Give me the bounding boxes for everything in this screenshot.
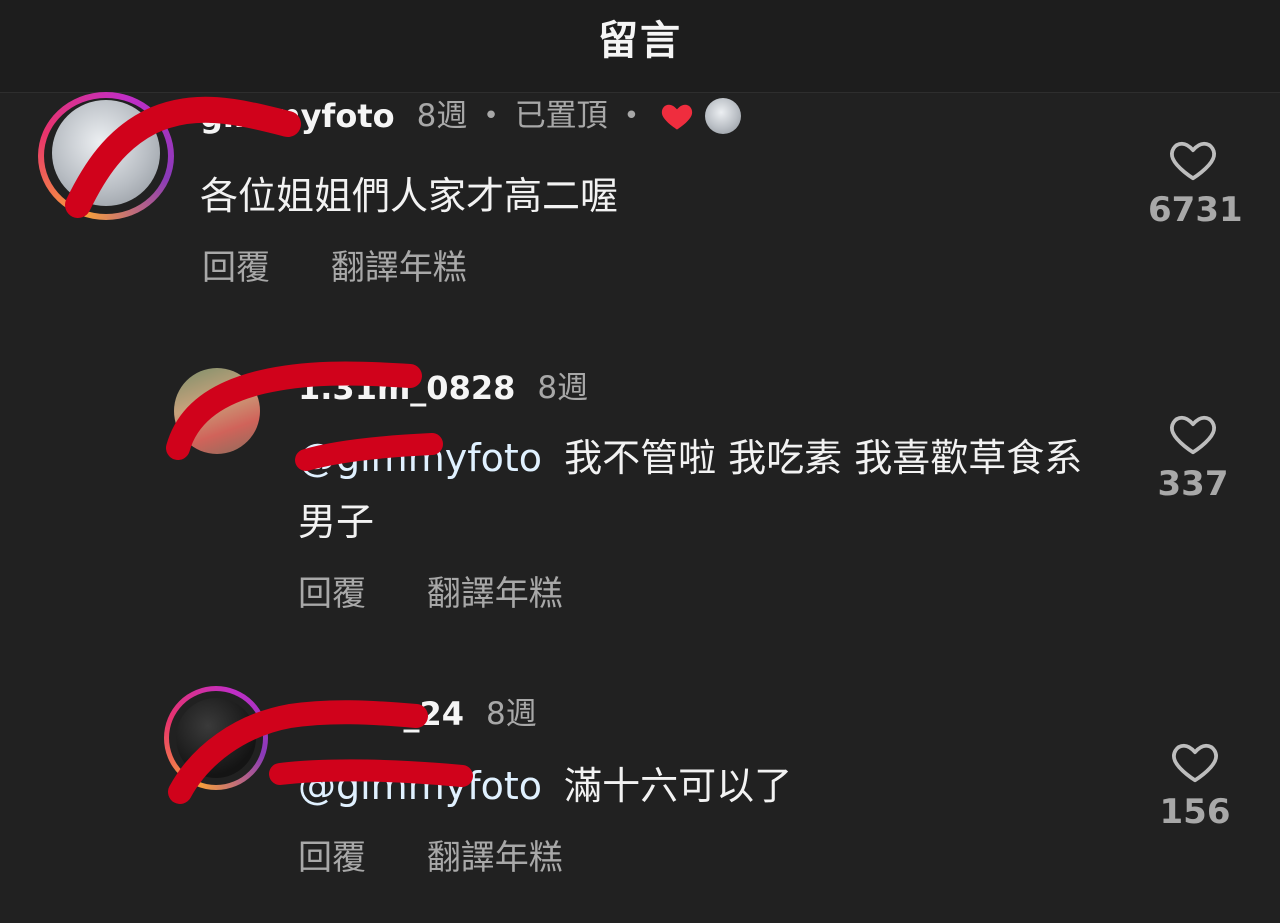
like-control: 6731 (1148, 136, 1243, 230)
comment-item: _24 8週 @gimmyfoto 滿十六可以了 回覆 翻譯年糕 156 (0, 686, 1280, 916)
username[interactable]: 1.31m_0828 (298, 368, 515, 408)
comment-text: @gimmyfoto 滿十六可以了 (298, 754, 1108, 818)
comment-item: gimmyfoto 8週 • 已置頂 • 各位姐姐們人家才高二喔 回覆 翻譯年糕… (0, 92, 1280, 292)
comment-time: 8週 (537, 370, 589, 406)
username[interactable]: _24 (296, 694, 464, 734)
heart-outline-icon[interactable] (1167, 136, 1219, 182)
reply-button[interactable]: 回覆 (298, 574, 366, 614)
avatar[interactable] (164, 686, 268, 790)
creator-avatar (705, 98, 742, 134)
mention-link[interactable]: @gimmyfoto (298, 764, 542, 808)
like-control: 337 (1148, 410, 1238, 504)
separator-dot: • (483, 101, 499, 131)
translate-button[interactable]: 翻譯年糕 (331, 248, 467, 288)
comment-header: _24 8週 (296, 694, 537, 734)
avatar[interactable] (38, 92, 174, 220)
comment-header: gimmyfoto 8週 • 已置頂 • (200, 96, 742, 136)
comment-text: 各位姐姐們人家才高二喔 (200, 174, 619, 218)
reply-button[interactable]: 回覆 (202, 248, 270, 288)
translate-button[interactable]: 翻譯年糕 (427, 574, 563, 614)
comment-item: 1.31m_0828 8週 @gimmyfoto 我不管啦 我吃素 我喜歡草食系… (0, 360, 1280, 620)
comment-actions: 回覆 翻譯年糕 (202, 240, 467, 289)
like-count: 156 (1159, 792, 1231, 832)
comment-time: 8週 (416, 98, 468, 134)
avatar[interactable] (174, 368, 260, 454)
comment-header: 1.31m_0828 8週 (298, 368, 588, 408)
heart-outline-icon[interactable] (1167, 410, 1219, 456)
comment-time: 8週 (486, 696, 537, 732)
translate-button[interactable]: 翻譯年糕 (427, 838, 563, 878)
header: 留言 (0, 0, 1280, 93)
page-title: 留言 (598, 18, 682, 64)
mention-link[interactable]: @gimmyfoto (298, 436, 542, 480)
comment-body: 滿十六可以了 (564, 764, 793, 808)
username[interactable]: gimmyfoto (200, 96, 395, 136)
comment-text: @gimmyfoto 我不管啦 我吃素 我喜歡草食系男子 (298, 426, 1108, 554)
heart-filled-icon (659, 98, 695, 134)
pinned-label: 已置頂 (514, 98, 608, 134)
comment-actions: 回覆 翻譯年糕 (298, 566, 563, 615)
like-count: 6731 (1148, 190, 1243, 230)
heart-outline-icon[interactable] (1169, 738, 1221, 784)
like-control: 156 (1150, 738, 1240, 832)
separator-dot: • (623, 101, 640, 131)
like-count: 337 (1157, 464, 1229, 504)
reply-button[interactable]: 回覆 (298, 838, 366, 878)
comment-actions: 回覆 翻譯年糕 (298, 830, 563, 879)
